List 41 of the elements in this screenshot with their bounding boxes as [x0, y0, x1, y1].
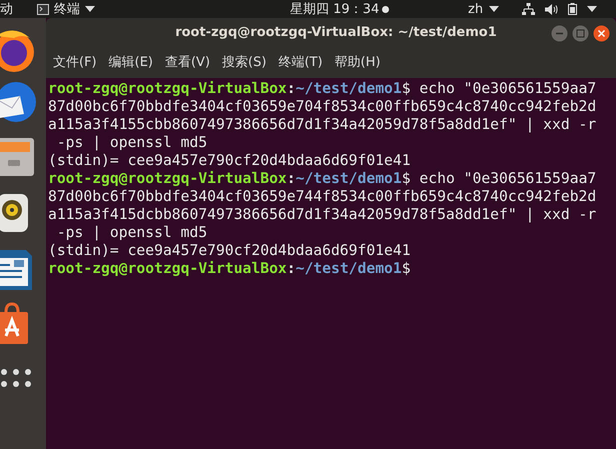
menu-item[interactable]: 终端(T) [278, 53, 323, 73]
input-method[interactable]: zh [468, 2, 484, 16]
battery-icon [568, 3, 577, 15]
output-text: (stdin)= cee9a457e790cf20d4bdaa6d69f01e41 [48, 242, 411, 260]
prompt-user: root-zgq@rootzgq-VirtualBox [48, 260, 287, 278]
minimize-button[interactable] [551, 24, 568, 42]
window-title: root-zgq@rootzgq-VirtualBox: ~/test/demo1 [175, 24, 497, 42]
clock[interactable]: 星期四 19：34 [290, 2, 380, 16]
menu-item[interactable]: 搜索(S) [222, 53, 266, 73]
prompt-separator: : [286, 80, 296, 98]
output-text: (stdin)= cee9a457e790cf20d4bdaa6d69f01e41 [48, 152, 411, 170]
output-text: -ps | openssl md5 [56, 224, 208, 242]
menu-item[interactable]: 帮助(H) [334, 53, 380, 73]
terminal-icon [37, 4, 49, 14]
command-text: $ [402, 260, 411, 278]
network-icon [522, 3, 535, 15]
output-text: 87d00bc6f70bbdfe3404cf03659e744f8534c00ffb659c4c8740cc942feb2d [48, 188, 596, 206]
output-text: 87d00bc6f70bbdfe3404cf03659e704f8534c00ffb659c4c8740cc942feb2d [48, 98, 596, 116]
caret-icon [85, 6, 95, 12]
caret-icon [587, 6, 597, 12]
prompt-path: ~/test/demo1 [296, 80, 402, 98]
prompt-path: ~/test/demo1 [296, 170, 402, 188]
menu-item[interactable]: 查看(V) [164, 53, 210, 73]
menu-item[interactable]: 文件(F) [53, 53, 97, 73]
notification-dot-icon [382, 6, 390, 12]
command-text: $ echo "0e306561559aa7 [402, 80, 596, 98]
output-text: a115a3f4155cbb8607497386656d7d1f34a42059d78f5a8dd1ef" | xxd -r [48, 116, 596, 134]
output-text: a115a3f415dcbb8607497386656d7d1f34a42059d78f5a8dd1ef" | xxd -r [48, 206, 596, 224]
prompt-user: root-zgq@rootzgq-VirtualBox [48, 170, 287, 188]
prompt-separator: : [286, 170, 296, 188]
command-text: $ echo "0e306561559aa7 [402, 170, 596, 188]
close-button[interactable] [593, 24, 610, 42]
prompt-separator: : [286, 260, 296, 278]
volume-icon [545, 4, 558, 14]
caret-icon [489, 6, 500, 12]
app-menu[interactable]: 终端 [54, 2, 80, 16]
activities-button[interactable]: 动 [0, 2, 13, 16]
output-text: -ps | openssl md5 [56, 134, 208, 152]
prompt-path: ~/test/demo1 [296, 260, 402, 278]
menu-item[interactable]: 编辑(E) [108, 53, 153, 73]
prompt-user: root-zgq@rootzgq-VirtualBox [48, 80, 287, 98]
